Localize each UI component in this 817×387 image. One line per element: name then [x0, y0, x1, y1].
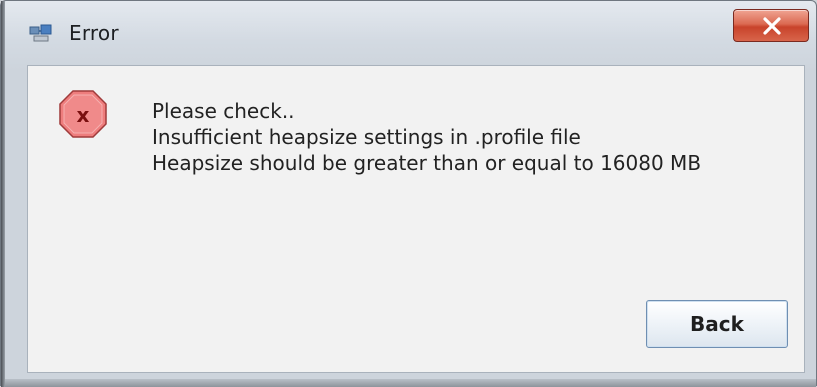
- message-line: Please check..: [152, 99, 295, 123]
- error-icon: x: [58, 89, 108, 139]
- close-button[interactable]: [733, 9, 809, 42]
- back-button[interactable]: Back: [646, 300, 788, 348]
- close-icon: [763, 17, 781, 35]
- message-line: Insufficient heapsize settings in .profi…: [152, 125, 581, 149]
- message-line: Heapsize should be greater than or equal…: [152, 151, 702, 175]
- window-title: Error: [69, 21, 119, 45]
- title-bar[interactable]: Error: [5, 1, 816, 63]
- error-message: Please check.. Insufficient heapsize set…: [152, 98, 701, 176]
- error-dialog-window: Error x Please check.. Insufficient heap…: [0, 0, 817, 387]
- java-app-icon: [29, 23, 53, 43]
- dialog-content: x Please check.. Insufficient heapsize s…: [27, 65, 805, 373]
- svg-text:x: x: [77, 103, 90, 127]
